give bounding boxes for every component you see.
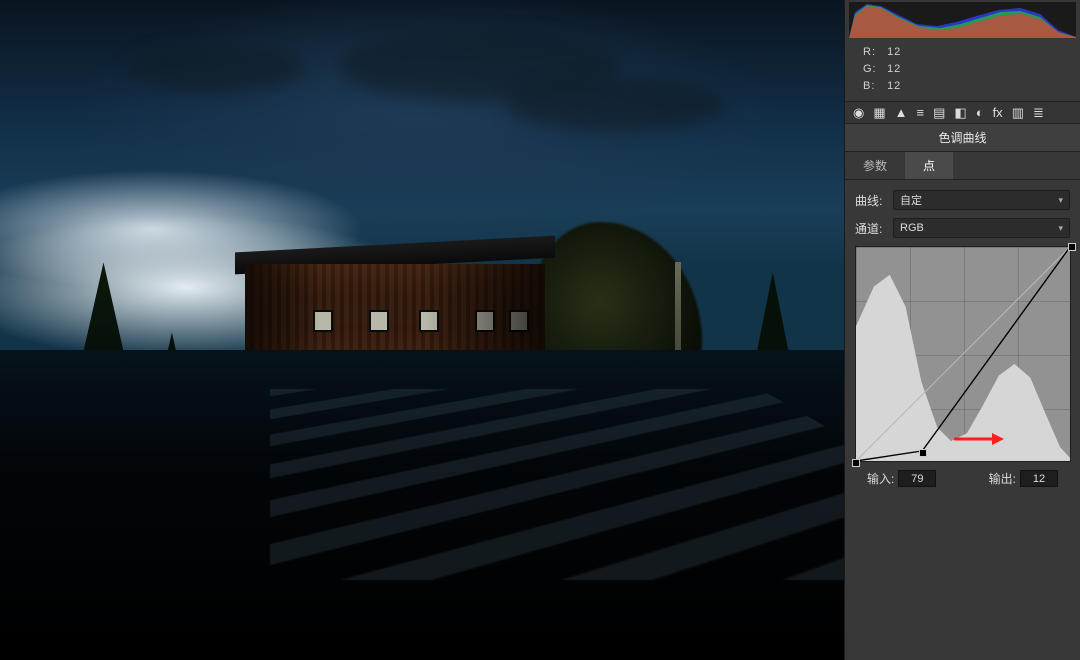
aperture-icon[interactable]: ◉ — [853, 106, 864, 119]
lens-icon[interactable]: ◐ — [976, 106, 984, 119]
curve-select[interactable]: 自定 — [893, 190, 1070, 210]
right-panel: R: 12 G: 12 B: 12 ◉▦▲≡▤◧◐fx▥≣ 色调曲线 参数 点 … — [844, 0, 1080, 660]
channel-select[interactable]: RGB — [893, 218, 1070, 238]
curve-histogram — [856, 275, 1070, 461]
readout-r-value: 12 — [887, 46, 901, 58]
panel-icon-strip: ◉ ▦ ▲ ≡ ▤ ◧ ◐ fx ▥ ≣ — [845, 101, 1080, 124]
readout-b-label: B: — [863, 78, 883, 95]
tone-curve-editor[interactable] — [855, 246, 1071, 462]
input-value-field[interactable] — [898, 470, 936, 487]
calibrate-icon[interactable]: ▥ — [1012, 106, 1024, 119]
tab-parametric[interactable]: 参数 — [845, 152, 905, 179]
spot-icon[interactable]: ▲ — [895, 106, 908, 119]
readout-r-label: R: — [863, 44, 883, 61]
readout-b-value: 12 — [887, 80, 901, 92]
rgb-readout: R: 12 G: 12 B: 12 — [845, 42, 1080, 101]
curve-point-mid[interactable] — [919, 449, 927, 457]
channel-select-label: 通道: — [855, 220, 893, 237]
detail-icon[interactable]: ≡ — [917, 106, 925, 119]
tab-point[interactable]: 点 — [905, 152, 953, 179]
curve-point-white[interactable] — [1068, 243, 1076, 251]
fx-icon[interactable]: fx — [993, 106, 1003, 119]
curve-tabs: 参数 点 — [845, 152, 1080, 180]
panel-title: 色调曲线 — [845, 124, 1080, 152]
crop-icon[interactable]: ▦ — [873, 106, 885, 119]
readout-g-label: G: — [863, 61, 883, 78]
output-value-field[interactable] — [1020, 470, 1058, 487]
curve-point-black[interactable] — [852, 459, 860, 467]
hsl-icon[interactable]: ▤ — [933, 106, 945, 119]
split-icon[interactable]: ◧ — [954, 106, 966, 119]
image-canvas[interactable] — [0, 0, 844, 660]
output-label: 输出: — [989, 470, 1016, 487]
readout-g-value: 12 — [887, 63, 901, 75]
curve-select-value: 自定 — [900, 192, 922, 208]
presets-icon[interactable]: ≣ — [1033, 106, 1044, 119]
curve-select-label: 曲线: — [855, 192, 893, 209]
preview-image — [0, 0, 844, 660]
channel-select-value: RGB — [900, 222, 924, 234]
input-label: 输入: — [867, 470, 894, 487]
rgb-histogram[interactable] — [849, 2, 1076, 38]
